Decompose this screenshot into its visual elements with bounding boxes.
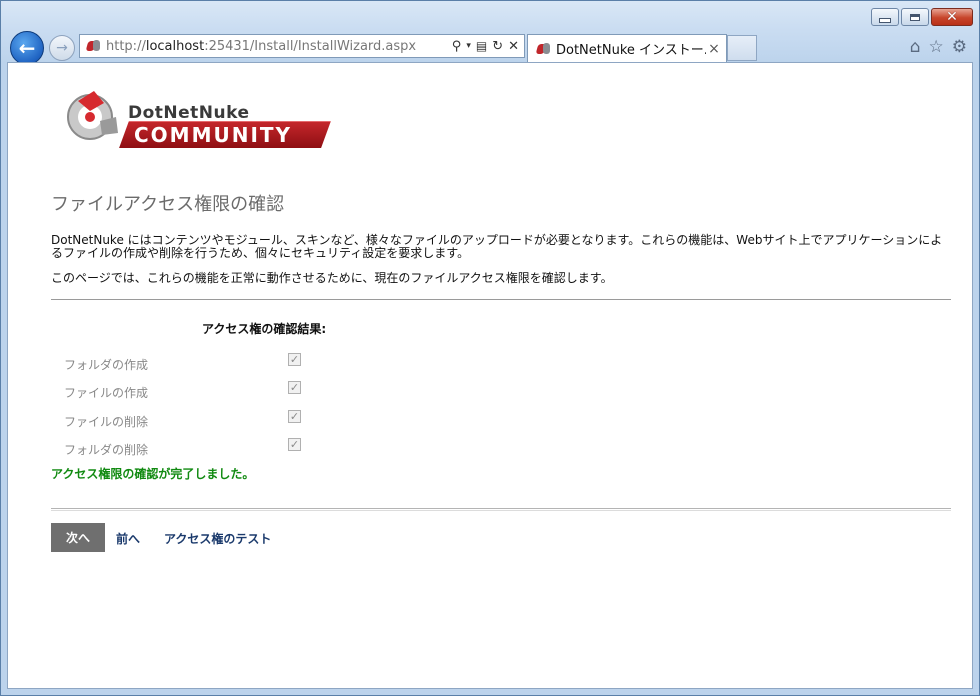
refresh-icon[interactable]: ↻ [492,39,503,54]
permission-checkbox: ✓ [288,381,301,394]
minimize-icon [879,17,891,23]
next-button[interactable]: 次へ [51,523,105,552]
tab-title: DotNetNuke インストー... [556,43,706,58]
logo-wordmark: DotNetNuke [128,103,250,123]
close-window-button[interactable]: ✕ [931,8,973,26]
maximize-icon [910,13,920,21]
divider-bottom [51,508,951,509]
divider-bottom-shadow [51,510,951,511]
permission-row: フォルダの作成 ✓ [64,353,324,372]
status-message: アクセス権限の確認が完了しました。 [51,467,255,481]
tab-dotnetnuke[interactable]: DotNetNuke インストー... × [527,34,727,62]
back-button[interactable]: ← [10,31,44,65]
browser-window: ✕ ← → http://localhost:25431/Install/Ins… [0,0,980,696]
logo-emblem-icon [67,91,118,140]
tools-gear-icon[interactable]: ⚙ [952,37,967,57]
permission-label: ファイルの作成 [64,386,149,400]
url-host: localhost [145,38,205,54]
address-url[interactable]: http://localhost:25431/Install/InstallWi… [106,39,452,54]
new-tab-button[interactable] [727,35,757,61]
permission-checkbox: ✓ [288,438,301,451]
permission-label: フォルダの作成 [64,358,149,372]
stop-icon[interactable]: ✕ [508,39,519,54]
tab-close-icon[interactable]: × [706,41,722,57]
permission-label: フォルダの削除 [64,443,149,457]
compatibility-icon[interactable]: ▤ [476,39,487,53]
permission-row: フォルダの削除 ✓ [64,438,324,457]
site-favicon-icon [86,38,102,54]
logo-community: COMMUNITY [134,123,293,147]
results-title: アクセス権の確認結果: [202,322,327,336]
description-text: DotNetNuke にはコンテンツやモジュール、スキンなど、様々なファイルのア… [51,233,943,260]
address-bar[interactable]: http://localhost:25431/Install/InstallWi… [79,34,525,58]
dotnetnuke-logo: DotNetNuke COMMUNITY [60,81,332,151]
close-icon: ✕ [946,9,958,25]
back-icon: ← [18,36,36,60]
address-bar-icons: ⚲ ▾ ▤ ↻ ✕ [452,39,524,54]
permission-label: ファイルの削除 [64,415,149,429]
forward-icon: → [56,40,68,56]
tab-favicon-icon [536,41,552,57]
previous-link[interactable]: 前へ [116,530,140,547]
home-icon[interactable]: ⌂ [910,37,921,57]
forward-button[interactable]: → [49,35,75,61]
page-title: ファイルアクセス権限の確認 [51,194,285,215]
permission-checkbox: ✓ [288,410,301,423]
explanation-text: このページでは、これらの機能を正常に動作させるために、現在のファイルアクセス権限… [51,271,613,285]
url-scheme: http:// [106,38,146,54]
permission-row: ファイルの削除 ✓ [64,410,324,429]
url-path: :25431/Install/InstallWizard.aspx [204,38,417,54]
search-icon[interactable]: ⚲ [452,39,462,54]
permission-checkbox: ✓ [288,353,301,366]
maximize-button[interactable] [901,8,929,26]
favorites-star-icon[interactable]: ☆ [929,37,944,57]
divider-top [51,299,951,300]
browser-toolbar: ⌂ ☆ ⚙ [910,37,967,57]
minimize-button[interactable] [871,8,899,26]
test-permissions-link[interactable]: アクセス権のテスト [164,530,271,547]
window-caption-buttons: ✕ [871,8,973,26]
dropdown-icon[interactable]: ▾ [466,41,471,51]
permission-row: ファイルの作成 ✓ [64,381,324,400]
page-content: DotNetNuke COMMUNITY ファイルアクセス権限の確認 DotNe… [7,62,973,689]
